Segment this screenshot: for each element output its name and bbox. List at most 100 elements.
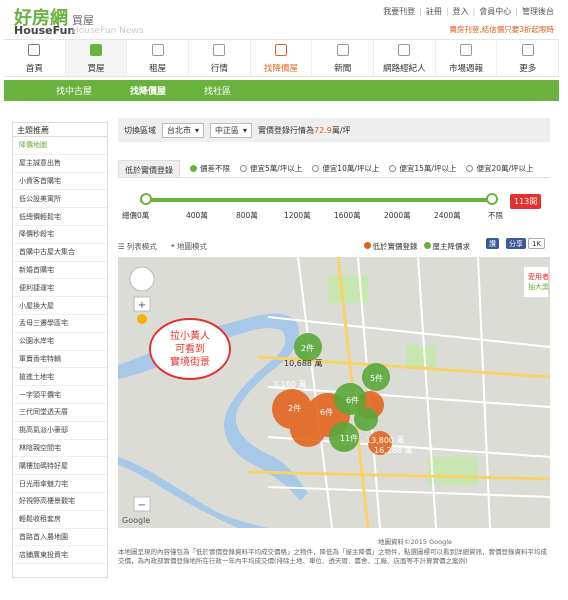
sidebar-item[interactable]: 一字頭平價宅	[13, 386, 107, 404]
list-mode-button[interactable]: ☰ 列表模式	[118, 241, 157, 252]
price-slider-track[interactable]	[140, 198, 496, 202]
tick: 2400萬	[434, 211, 461, 220]
area-switch-label: 切換區域	[124, 125, 156, 135]
nav-agent[interactable]: 網路經紀人	[374, 40, 436, 76]
facebook-share-button[interactable]: 分享	[506, 238, 526, 249]
sidebar-item[interactable]: 三代同堂透天厝	[13, 404, 107, 422]
tick: 2000萬	[384, 211, 411, 220]
link-login[interactable]: 登入	[453, 6, 469, 17]
district-select[interactable]: 中正區 ▾	[210, 122, 253, 138]
home-icon	[28, 44, 41, 56]
radio-no-limit[interactable]: 價差不限	[190, 163, 230, 174]
sidebar-item[interactable]: 屋主誠意出售	[13, 155, 107, 173]
tick: 400萬	[186, 211, 208, 220]
nav-buy[interactable]: 買屋	[65, 40, 128, 76]
callout-line: 拉小黃人	[170, 329, 210, 342]
facebook-like-button[interactable]: 讚	[486, 238, 499, 249]
legend-below: 低於實價登錄	[363, 241, 418, 252]
sidebar-item[interactable]: 購樓加碼特好屋	[13, 457, 107, 476]
cluster-label: 16,288 萬	[374, 445, 413, 455]
map-canvas[interactable]: 2件 10,688 萬 3,180 萬 2件 6件 6件 5件 11件 13,8…	[118, 257, 550, 528]
promo-slogan[interactable]: 賣房刊登,結信價只要3折起限時	[449, 24, 554, 35]
badge-text: 抽大獎	[528, 282, 549, 291]
sidebar-item[interactable]: 好視野高樓景觀宅	[13, 493, 107, 511]
sidebar-item[interactable]: 店鋪廣東投資宅	[13, 546, 107, 565]
cluster-label: 5件	[370, 373, 383, 383]
price-diff-row: 低於實價登錄 價差不限 便宜5萬/坪以上 便宜10萬/坪以上 便宜15萬/坪以上…	[118, 159, 550, 178]
sidebar-item[interactable]: 降價秒殺宅	[13, 226, 107, 244]
tick: 不限	[488, 211, 503, 220]
radio-15[interactable]: 便宜15萬/坪以上	[389, 163, 456, 174]
rent-icon	[151, 44, 164, 56]
sidebar-item[interactable]: 首購中古屋大集合	[13, 244, 107, 262]
link-post[interactable]: 我要刊登	[383, 6, 415, 17]
result-count: 113間	[510, 194, 542, 209]
sidebar-item[interactable]: 低總價輕鬆宅	[13, 208, 107, 226]
sidebar-item[interactable]: 公園水岸宅	[13, 333, 107, 351]
report-icon	[460, 44, 473, 56]
google-logo: Google	[122, 516, 150, 525]
cluster-label: 11件	[340, 433, 358, 443]
sidebar-item[interactable]: 挑高氣派小豪邸	[13, 422, 107, 440]
sidebar-item[interactable]: 日光雨傘魅力宅	[13, 475, 107, 493]
minus-icon: −	[138, 500, 146, 511]
slider-min-handle[interactable]	[140, 193, 152, 205]
promo-badge[interactable]	[524, 267, 548, 297]
nav-weekly[interactable]: 市場週報	[436, 40, 498, 76]
sidebar: 主題推薦 降價地圖 屋主誠意出售 小資客首購宅 低公設美寓所 低總價輕鬆宅 降價秒殺宅 首購…	[12, 122, 108, 578]
nav-news[interactable]: 新聞	[312, 40, 375, 76]
sidebar-item[interactable]: 輕鬆收租套房	[13, 511, 107, 529]
roads	[267, 257, 550, 528]
main-nav: 首頁 買屋 租屋 行情 找降價屋 新聞 網路經紀人 市場週報 更多	[4, 39, 560, 77]
chart-icon	[213, 44, 226, 56]
nav-price-drop[interactable]: 找降價屋	[251, 40, 313, 76]
nav-home[interactable]: 首頁	[4, 40, 66, 76]
cluster-label: 6件	[320, 407, 333, 417]
link-member[interactable]: 會員中心	[479, 6, 511, 17]
pin-icon: ⌖	[170, 241, 175, 250]
plus-icon: +	[138, 300, 146, 311]
map-mode-button[interactable]: ⌖ 地圖模式	[171, 241, 207, 252]
sidebar-item[interactable]: 低公設美寓所	[13, 190, 107, 209]
link-admin[interactable]: 管理後台	[522, 6, 554, 17]
sidebar-title: 主題推薦	[13, 123, 107, 137]
cluster-label: 2件	[288, 403, 301, 413]
subnav-price-drop[interactable]: 找降價屋	[130, 84, 166, 97]
top-links: 我要刊登 | 註冊 | 登入 | 會員中心 | 管理後台	[383, 6, 554, 17]
menu-icon	[521, 44, 534, 56]
nav-more[interactable]: 更多	[497, 40, 560, 76]
sidebar-item[interactable]: 軍賣香宅特輯	[13, 351, 107, 369]
sidebar-item[interactable]: 首路首入農地園	[13, 529, 107, 547]
sidebar-item[interactable]: 降價地圖	[13, 137, 107, 155]
agent-icon	[398, 44, 411, 56]
sidebar-item[interactable]: 孟母三遷學區宅	[13, 315, 107, 333]
sidebar-item[interactable]: 便利捷運宅	[13, 279, 107, 298]
cluster-label: 13,800 萬	[366, 435, 405, 445]
map[interactable]: 2件 10,688 萬 3,180 萬 2件 6件 6件 5件 11件 13,8…	[118, 257, 550, 528]
subnav-used-house[interactable]: 找中古屋	[56, 84, 92, 97]
pan-control[interactable]	[129, 266, 155, 292]
subnav-community[interactable]: 找社區	[204, 84, 231, 97]
header: 好房網 HouseFun 買屋 HouseFun News 我要刊登 | 註冊 | …	[0, 0, 568, 38]
radio-5[interactable]: 便宜5萬/坪以上	[240, 163, 302, 174]
sidebar-item[interactable]: 林陰親空間宅	[13, 440, 107, 458]
logo-watermark: HouseFun News	[72, 26, 144, 36]
cluster-label: 6件	[346, 395, 359, 405]
price-info: 實價登錄行情為72.9萬/坪	[258, 125, 351, 135]
nav-market[interactable]: 行情	[189, 40, 251, 76]
sidebar-item[interactable]: 小資客首購宅	[13, 173, 107, 191]
pegman-icon[interactable]	[137, 314, 147, 324]
radio-20[interactable]: 便宜20萬/坪以上	[466, 163, 534, 174]
house-icon	[90, 44, 102, 56]
nav-rent[interactable]: 租屋	[127, 40, 190, 76]
sidebar-item[interactable]: 小屋換大屋	[13, 297, 107, 315]
link-register[interactable]: 註冊	[426, 6, 442, 17]
sidebar-item[interactable]: 新婚首購宅	[13, 262, 107, 280]
sidebar-item[interactable]: 搶進土地宅	[13, 368, 107, 387]
home-price-icon	[275, 44, 288, 56]
tick: 1200萬	[284, 211, 311, 220]
city-select[interactable]: 台北市 ▾	[162, 122, 205, 138]
tab-below-actual[interactable]: 低於實價登錄	[118, 159, 180, 178]
radio-10[interactable]: 便宜10萬/坪以上	[312, 163, 379, 174]
slider-max-handle[interactable]	[486, 193, 498, 205]
